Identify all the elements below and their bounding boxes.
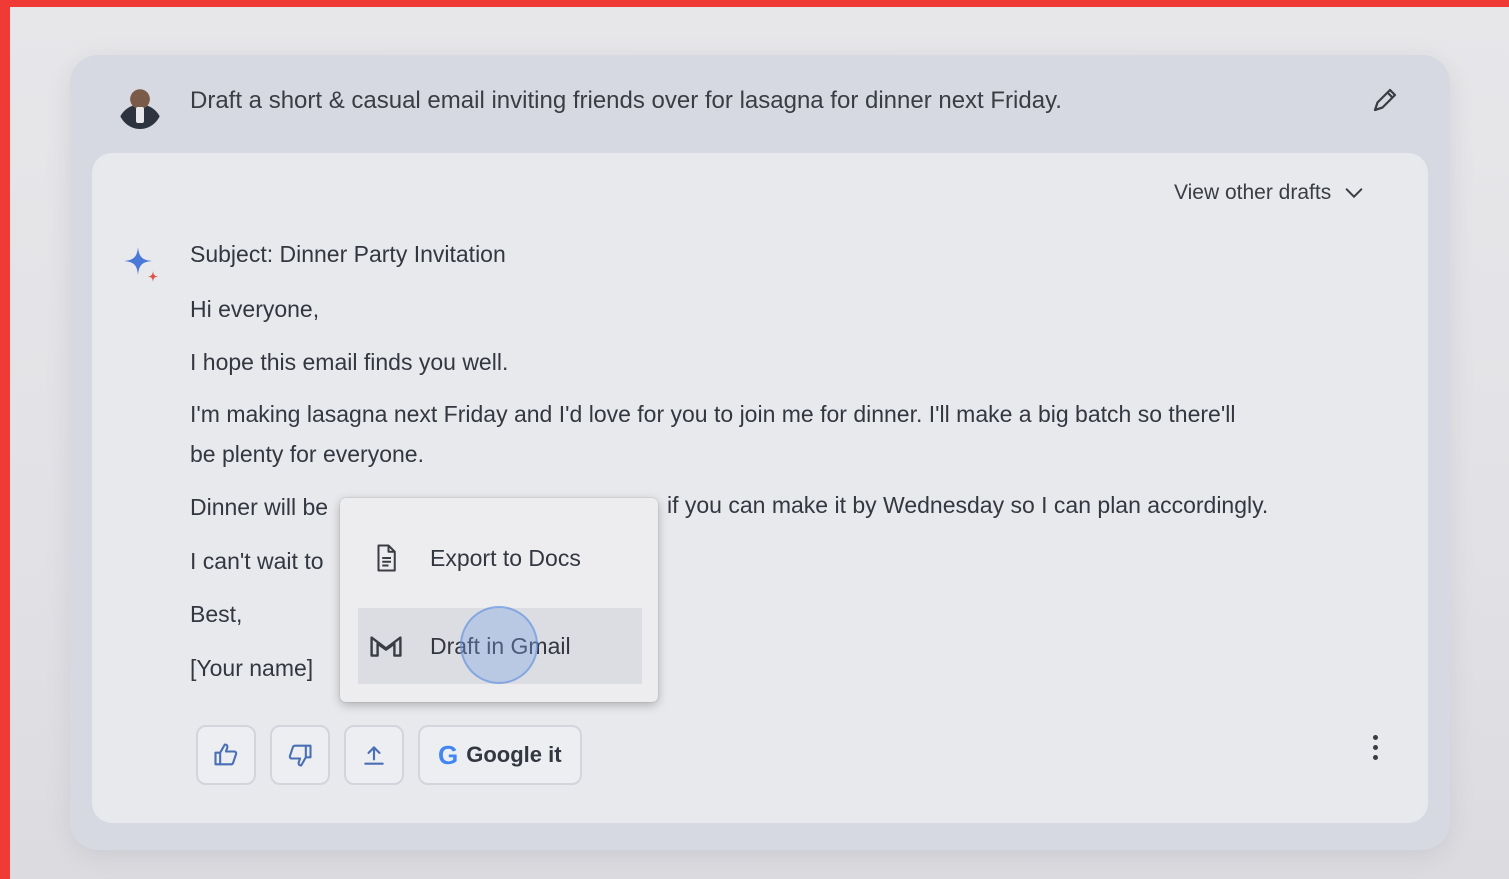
conversation-card: Draft a short & casual email inviting fr… <box>70 55 1450 850</box>
export-menu: Export to Docs Draft in Gmail <box>340 498 658 702</box>
email-line-3-end: if you can make it by Wednesday so I can… <box>667 492 1269 518</box>
click-indicator <box>460 606 538 684</box>
share-export-button[interactable] <box>344 725 404 785</box>
docs-icon <box>368 540 404 576</box>
google-it-button[interactable]: G Google it <box>418 725 582 785</box>
email-greeting: Hi everyone, <box>190 296 320 322</box>
gmail-icon <box>368 628 404 664</box>
thumbs-up-icon <box>214 743 238 766</box>
email-line-3-start: Dinner will be <box>190 494 329 520</box>
frame-border-top <box>0 0 1509 7</box>
export-to-docs-item[interactable]: Export to Docs <box>340 520 658 596</box>
chevron-down-icon <box>1345 188 1363 199</box>
thumbs-down-button[interactable] <box>270 725 330 785</box>
response-card: View other drafts Subject: Dinner Party … <box>92 153 1428 823</box>
edit-pencil-icon[interactable] <box>1370 85 1400 115</box>
user-avatar <box>118 83 162 129</box>
frame-border-left <box>0 0 10 879</box>
view-other-drafts-button[interactable]: View other drafts <box>1174 177 1365 209</box>
email-line-4-start: I can't wait to <box>190 548 324 574</box>
more-options-icon[interactable] <box>1362 729 1388 765</box>
email-line-1: I hope this email finds you well. <box>190 349 509 375</box>
email-name: [Your name] <box>190 655 314 681</box>
thumbs-down-icon <box>288 744 312 767</box>
email-line-2b: be plenty for everyone. <box>190 441 424 467</box>
response-actions: G Google it <box>196 725 582 785</box>
google-it-label: Google it <box>466 742 562 767</box>
prompt-text: Draft a short & casual email inviting fr… <box>190 87 1062 114</box>
share-icon <box>364 746 384 765</box>
email-line-2a: I'm making lasagna next Friday and I'd l… <box>190 401 1236 427</box>
view-other-drafts-label: View other drafts <box>1174 181 1332 204</box>
prompt-row: Draft a short & casual email inviting fr… <box>70 55 1450 153</box>
gemini-sparkle-icon <box>124 247 158 282</box>
thumbs-up-button[interactable] <box>196 725 256 785</box>
export-to-docs-label: Export to Docs <box>430 544 581 571</box>
google-g-icon: G <box>438 739 459 770</box>
email-signoff: Best, <box>190 601 243 627</box>
email-subject: Subject: Dinner Party Invitation <box>190 241 506 267</box>
